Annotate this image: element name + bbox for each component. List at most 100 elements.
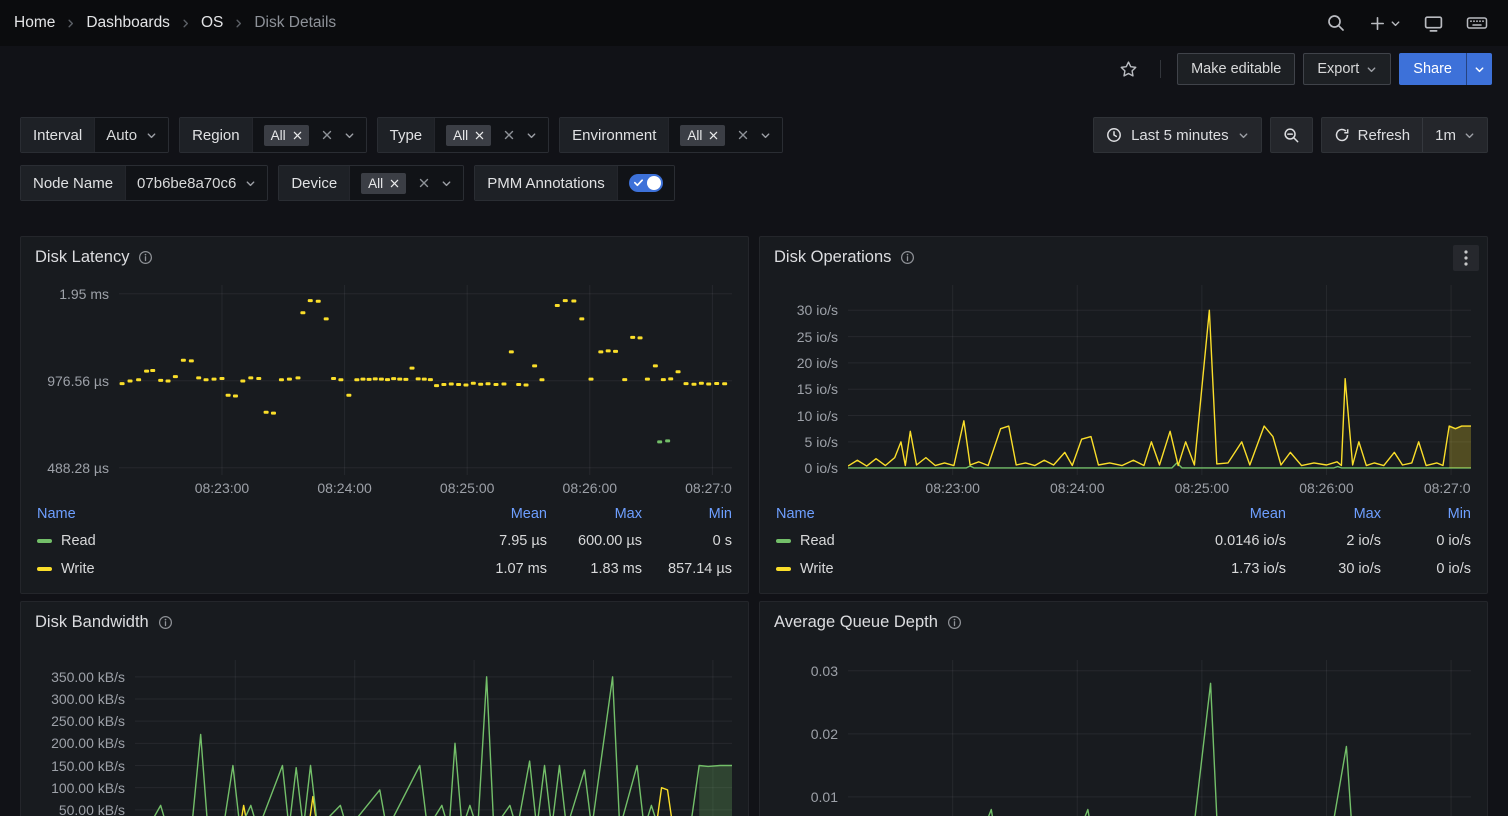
disk-bandwidth-chart[interactable] [135,660,732,816]
legend: Name Mean Max Min Read 7.95 µs 600.00 µs… [37,501,732,583]
device-select[interactable]: All [349,166,463,200]
legend-series-read[interactable]: Read [37,533,417,549]
legend-header-min[interactable]: Min [642,506,732,522]
keyboard-icon[interactable] [1466,13,1488,33]
export-button[interactable]: Export [1303,53,1391,85]
variable-controls-2: Node Name 07b6be8a70c6 Device All [20,165,675,201]
time-controls: Last 5 minutes Refresh 1m [1093,117,1488,153]
y-axis-tick: 250.00 kB/s [51,713,125,729]
info-icon[interactable] [138,250,153,265]
legend-series-write[interactable]: Write [37,561,417,577]
add-new-button[interactable] [1368,14,1401,33]
region-select[interactable]: All [252,118,366,152]
series-min: 0 io/s [1381,533,1471,549]
zoom-out-button[interactable] [1270,117,1313,153]
info-icon[interactable] [158,615,173,630]
make-editable-button[interactable]: Make editable [1177,53,1295,85]
chevron-down-icon[interactable] [146,130,157,141]
y-axis-tick: 30 io/s [797,302,838,318]
panel-body: 30 io/s25 io/s20 io/s15 io/s10 io/s5 io/… [760,285,1487,594]
clear-selection-icon[interactable] [419,178,429,188]
breadcrumb-current-page: Disk Details [254,14,336,32]
chevron-down-icon[interactable] [526,130,537,141]
filters-section: Interval Auto Region All [0,92,1508,201]
legend-series-write[interactable]: Write [776,561,1156,577]
series-name: Read [800,533,835,549]
legend-header: Name Mean Max Min [37,501,732,527]
type-select[interactable]: All [434,118,548,152]
average-queue-depth-chart[interactable] [848,660,1471,816]
environment-control: Environment All [559,117,783,153]
clear-selection-icon[interactable] [322,130,332,140]
panel-menu-kebab-icon[interactable] [1453,245,1479,271]
x-axis: 08:23:0008:24:0008:25:0008:26:0008:27:00 [119,475,732,497]
search-icon[interactable] [1326,13,1346,33]
panel-average-queue-depth: Average Queue Depth 0.030.020.01 [759,601,1488,816]
pmm-annotations-value [617,166,674,200]
legend-header-mean[interactable]: Mean [417,506,547,522]
device-chip-all[interactable]: All [361,173,406,194]
legend-series-read[interactable]: Read [776,533,1156,549]
pmm-annotations-toggle[interactable] [629,174,663,192]
share-dropdown-button[interactable] [1466,53,1492,85]
info-icon[interactable] [900,250,915,265]
share-button[interactable]: Share [1399,53,1466,85]
refresh-interval-select[interactable]: 1m [1422,118,1487,152]
filter-row-2: Node Name 07b6be8a70c6 Device All [20,165,1488,201]
panel-disk-bandwidth: Disk Bandwidth 350.00 kB/s300.00 kB/s250… [20,601,749,816]
chevron-down-icon[interactable] [245,178,256,189]
chevron-down-icon [1390,18,1401,29]
legend-header-max[interactable]: Max [547,506,642,522]
info-icon[interactable] [947,615,962,630]
legend-header-mean[interactable]: Mean [1156,506,1286,522]
panel-title[interactable]: Average Queue Depth [774,613,938,632]
y-axis-tick: 200.00 kB/s [51,735,125,751]
y-axis-tick: 350.00 kB/s [51,669,125,685]
panel-title[interactable]: Disk Bandwidth [35,613,149,632]
interval-value: Auto [106,127,137,144]
legend-header-max[interactable]: Max [1286,506,1381,522]
star-icon[interactable] [1112,53,1144,85]
y-axis-tick: 25 io/s [797,329,838,345]
region-chip-all[interactable]: All [264,125,309,146]
breadcrumb-home[interactable]: Home [14,14,55,32]
environment-chip-all[interactable]: All [680,125,725,146]
refresh-icon [1334,127,1350,143]
time-range-label: Last 5 minutes [1131,127,1229,144]
chevron-down-icon [1474,64,1485,75]
series-name: Read [61,533,96,549]
node-name-select[interactable]: 07b6be8a70c6 [125,166,267,200]
series-min: 0 s [642,533,732,549]
legend-header-name[interactable]: Name [37,506,417,522]
disk-operations-chart[interactable] [848,285,1471,475]
y-axis-tick: 15 io/s [797,381,838,397]
time-range-picker[interactable]: Last 5 minutes [1093,117,1262,153]
clear-selection-icon[interactable] [738,130,748,140]
breadcrumb-os[interactable]: OS [201,14,223,32]
series-mean: 7.95 µs [417,533,547,549]
refresh-button[interactable]: Refresh [1322,118,1423,152]
chevron-down-icon[interactable] [760,130,771,141]
environment-select[interactable]: All [668,118,782,152]
region-label: Region [180,118,252,152]
clear-selection-icon[interactable] [504,130,514,140]
chevron-down-icon[interactable] [344,130,355,141]
interval-label: Interval [21,118,94,152]
y-axis: 0.030.020.01 [776,660,848,816]
disk-latency-chart[interactable] [119,285,732,475]
refresh-label: Refresh [1358,127,1411,144]
series-mean: 1.07 ms [417,561,547,577]
legend-header-name[interactable]: Name [776,506,1156,522]
interval-select[interactable]: Auto [94,118,168,152]
y-axis-tick: 488.28 µs [47,460,109,476]
chevron-down-icon[interactable] [441,178,452,189]
legend-header-min[interactable]: Min [1381,506,1471,522]
breadcrumb-dashboards[interactable]: Dashboards [86,14,170,32]
monitor-icon[interactable] [1423,13,1444,34]
panel-header: Disk Bandwidth [21,602,748,642]
type-chip-all[interactable]: All [446,125,491,146]
panel-title[interactable]: Disk Latency [35,248,129,267]
panel-header: Average Queue Depth [760,602,1487,642]
panel-title[interactable]: Disk Operations [774,248,891,267]
close-icon [475,131,484,140]
